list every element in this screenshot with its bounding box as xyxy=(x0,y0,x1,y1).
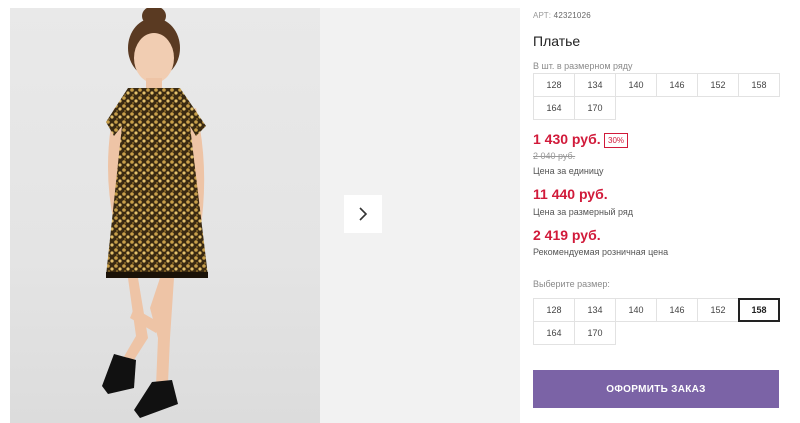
size-option[interactable]: 152 xyxy=(697,298,739,322)
next-image-button[interactable] xyxy=(344,195,382,233)
retail-price-label: Рекомендуемая розничная цена xyxy=(533,247,669,257)
retail-price: 2 419 руб. xyxy=(533,227,601,243)
size-row-item: 164 xyxy=(533,96,575,120)
choose-size-label: Выберите размер: xyxy=(533,279,610,289)
place-order-button[interactable]: ОФОРМИТЬ ЗАКАЗ xyxy=(533,370,779,408)
size-option[interactable]: 170 xyxy=(574,321,616,345)
product-gallery xyxy=(0,0,520,423)
size-row-item: 128 xyxy=(533,73,575,97)
girl-in-sequin-dress-image xyxy=(102,8,208,418)
old-price: 2 040 руб. xyxy=(533,151,576,161)
unit-price: 1 430 руб. xyxy=(533,131,601,147)
size-selector: 128 134 140 146 152 158 164 170 xyxy=(533,298,780,345)
product-photo[interactable] xyxy=(10,8,320,423)
size-row-item: 158 xyxy=(738,73,780,97)
size-option-selected[interactable]: 158 xyxy=(738,298,780,322)
product-title: Платье xyxy=(533,33,581,49)
unit-price-label: Цена за единицу xyxy=(533,166,604,176)
size-row-item: 134 xyxy=(574,73,616,97)
size-option[interactable]: 134 xyxy=(574,298,616,322)
article-value: 42321026 xyxy=(553,11,591,20)
size-row-item: 152 xyxy=(697,73,739,97)
discount-badge: 30% xyxy=(604,133,629,148)
size-row-item: 170 xyxy=(574,96,616,120)
product-info: АРТ: 42321026 Платье В шт. в размерном р… xyxy=(533,0,800,423)
row-price: 11 440 руб. xyxy=(533,186,608,202)
size-option[interactable]: 164 xyxy=(533,321,575,345)
size-row-grid: 128 134 140 146 152 158 164 170 xyxy=(533,73,780,120)
chevron-right-icon xyxy=(359,207,368,221)
article-number: АРТ: 42321026 xyxy=(533,11,591,20)
size-option[interactable]: 128 xyxy=(533,298,575,322)
size-row-item: 146 xyxy=(656,73,698,97)
size-row-item: 140 xyxy=(615,73,657,97)
size-option[interactable]: 140 xyxy=(615,298,657,322)
size-row-hint: В шт. в размерном ряду xyxy=(533,61,633,71)
size-option[interactable]: 146 xyxy=(656,298,698,322)
row-price-label: Цена за размерный ряд xyxy=(533,207,634,217)
